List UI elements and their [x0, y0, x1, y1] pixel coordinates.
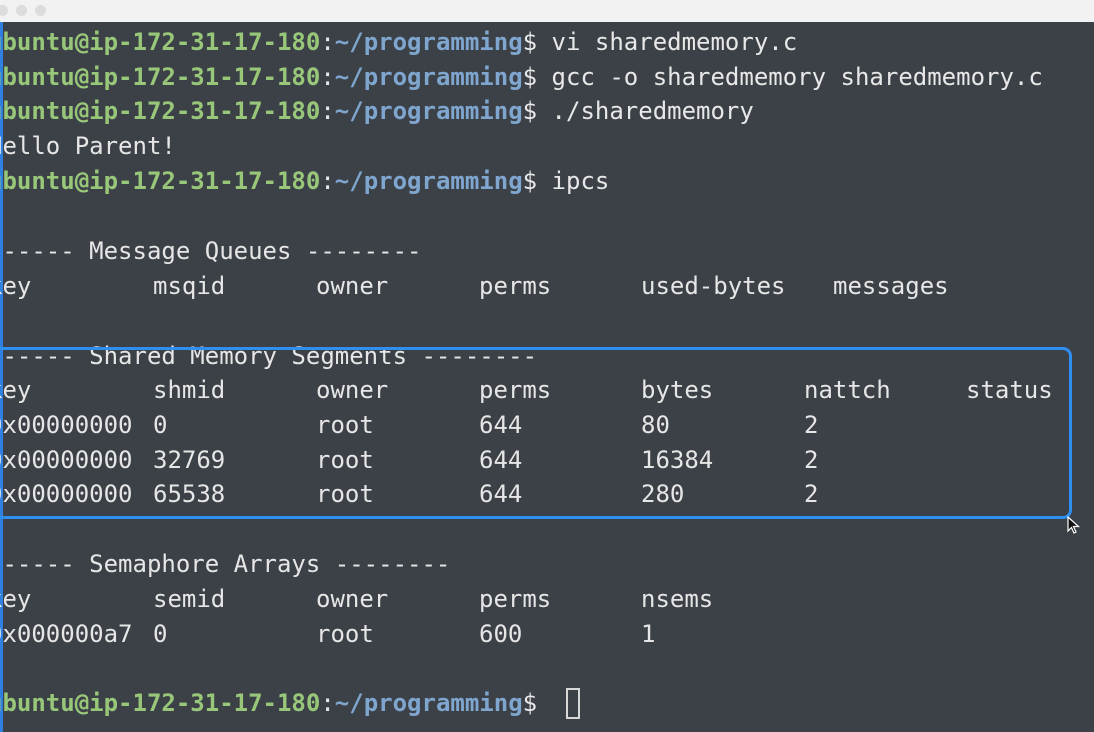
command-text: ./sharedmemory — [537, 97, 754, 125]
prompt-colon: : — [320, 97, 335, 125]
mq-header-messages: messages — [833, 272, 949, 300]
mq-header-msqid: msqid — [153, 272, 226, 300]
prompt-colon: : — [320, 63, 335, 91]
prompt-user-host: ubuntu@ip-172-31-17-180 — [0, 63, 321, 91]
prompt-line-5: ubuntu@ip-172-31-17-180:~/programming$ — [0, 686, 537, 720]
prompt-dollar: $ — [522, 63, 538, 91]
prompt-line-3: ubuntu@ip-172-31-17-180:~/programming$ .… — [0, 94, 754, 128]
prompt-path: ~/programming — [334, 63, 523, 91]
zoom-window-icon[interactable] — [35, 5, 46, 16]
prompt-colon: : — [320, 167, 335, 195]
prompt-path: ~/programming — [334, 167, 523, 195]
prompt-line-1: ubuntu@ip-172-31-17-180:~/programming$ v… — [0, 25, 797, 59]
prompt-path: ~/programming — [334, 689, 523, 717]
prompt-user-host: ubuntu@ip-172-31-17-180 — [0, 28, 321, 56]
prompt-dollar: $ — [522, 97, 538, 125]
shared-memory-highlight-box — [0, 347, 1072, 519]
mouse-pointer-icon — [1067, 516, 1081, 534]
command-text: ipcs — [537, 167, 610, 195]
mq-header-owner: owner — [316, 272, 389, 300]
sem-row-owner: root — [316, 620, 374, 648]
sem-row-perms: 600 — [479, 620, 523, 648]
prompt-user-host: ubuntu@ip-172-31-17-180 — [0, 689, 321, 717]
sem-header-semid: semid — [153, 585, 226, 613]
sem-header-owner: owner — [316, 585, 389, 613]
mq-header-used-bytes: used-bytes — [641, 272, 786, 300]
sem-header-nsems: nsems — [641, 585, 714, 613]
mq-header-key: key — [0, 272, 32, 300]
message-queues-title: ------ Message Queues -------- — [0, 237, 422, 265]
sem-row-key: 0x000000a7 — [0, 620, 133, 648]
sem-header-perms: perms — [479, 585, 552, 613]
command-text: gcc -o sharedmemory sharedmemory.c — [537, 63, 1043, 91]
prompt-dollar: $ — [522, 167, 538, 195]
program-output: Hello Parent! — [0, 132, 176, 160]
prompt-line-4: ubuntu@ip-172-31-17-180:~/programming$ i… — [0, 164, 609, 198]
close-window-icon[interactable] — [0, 5, 8, 16]
prompt-line-2: ubuntu@ip-172-31-17-180:~/programming$ g… — [0, 60, 1043, 94]
prompt-path: ~/programming — [334, 97, 523, 125]
prompt-user-host: ubuntu@ip-172-31-17-180 — [0, 97, 321, 125]
prompt-dollar: $ — [522, 689, 538, 717]
prompt-colon: : — [320, 689, 335, 717]
prompt-dollar: $ — [522, 28, 538, 56]
mq-header-perms: perms — [479, 272, 552, 300]
sem-row-semid: 0 — [153, 620, 168, 648]
sem-row-nsems: 1 — [641, 620, 656, 648]
prompt-user-host: ubuntu@ip-172-31-17-180 — [0, 167, 321, 195]
prompt-colon: : — [320, 28, 335, 56]
command-text: vi sharedmemory.c — [537, 28, 798, 56]
sem-header-key: key — [0, 585, 32, 613]
prompt-path: ~/programming — [334, 28, 523, 56]
semaphore-arrays-title: ------ Semaphore Arrays -------- — [0, 550, 451, 578]
minimize-window-icon[interactable] — [16, 5, 27, 16]
terminal-cursor[interactable] — [566, 688, 580, 719]
window-titlebar — [0, 0, 1094, 22]
